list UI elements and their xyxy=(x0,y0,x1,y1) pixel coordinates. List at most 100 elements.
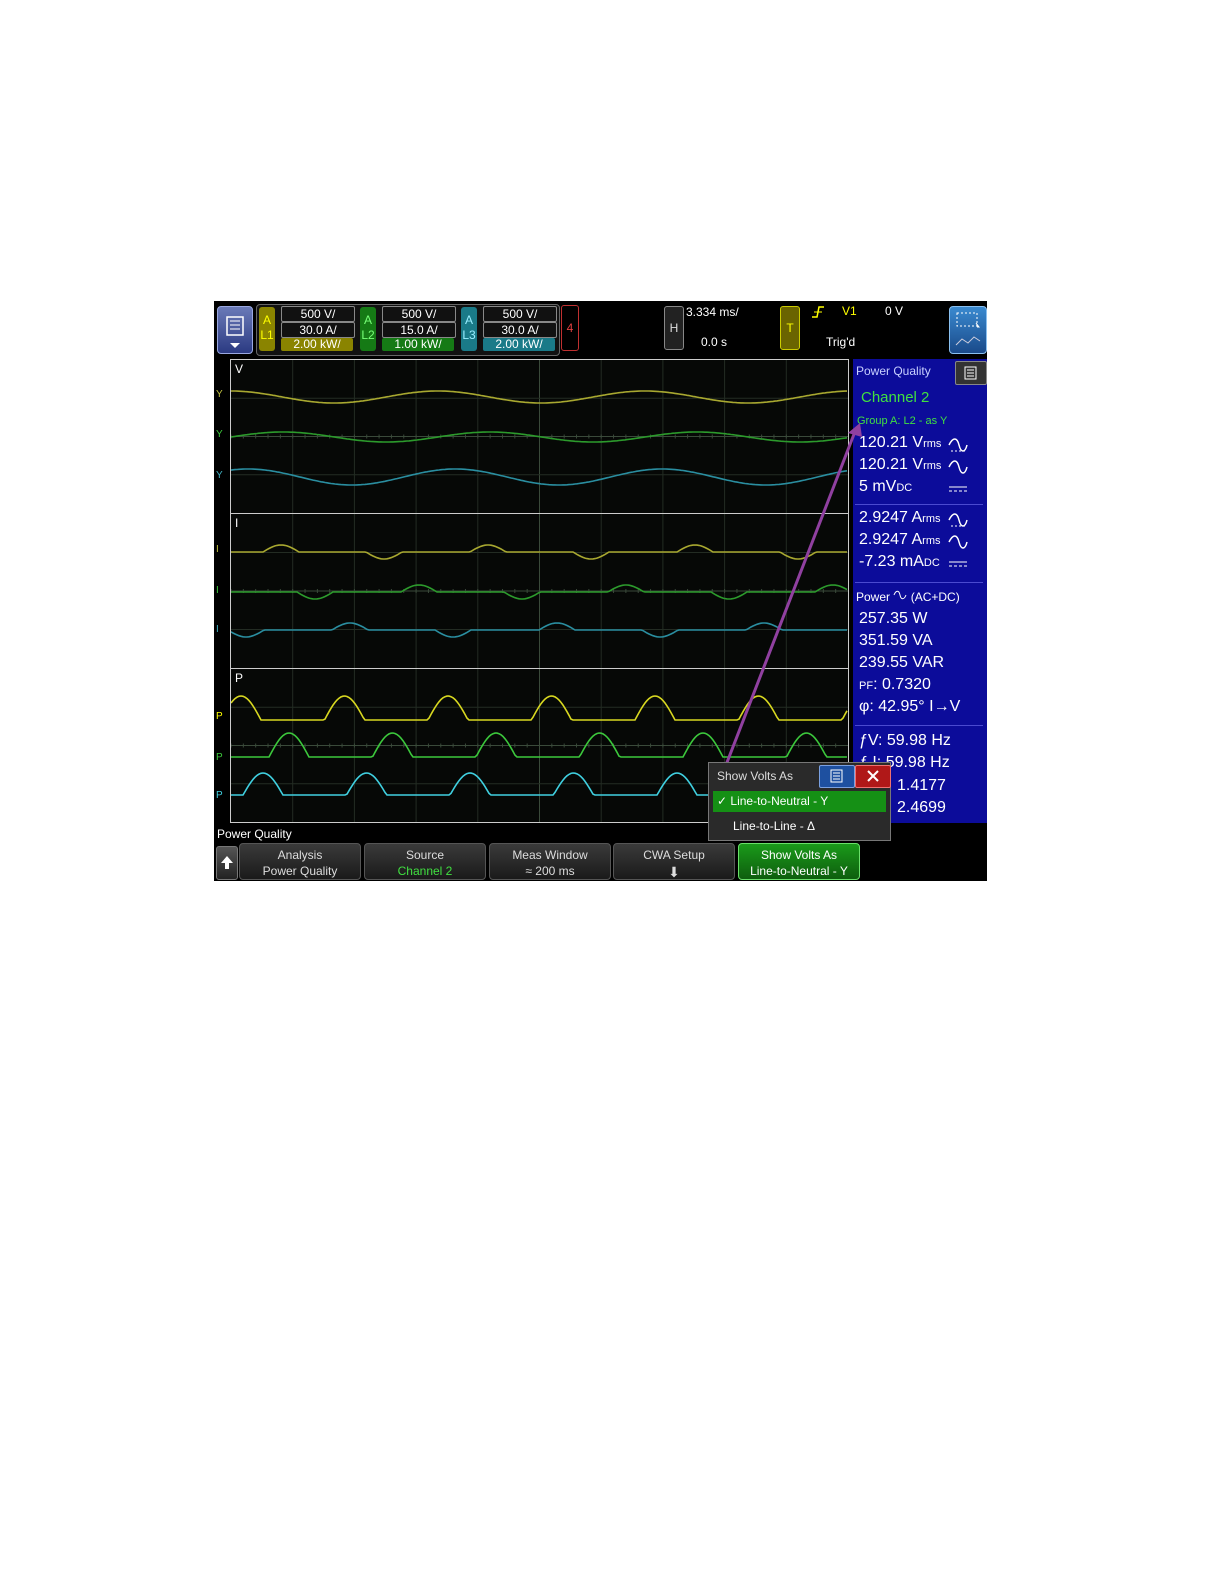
l2-amps-scale[interactable]: 15.0 A/ xyxy=(382,322,456,338)
zoom-box-icon xyxy=(955,312,981,346)
ground-marker-v3[interactable]: Y xyxy=(216,470,223,481)
l3-power-scale[interactable]: 2.00 kW/ xyxy=(483,338,555,351)
softkey-label: Show Volts As xyxy=(760,848,838,862)
real-power: 257.35 W xyxy=(859,610,928,627)
line-label: L2 xyxy=(361,328,375,342)
v-rms-acdc: 120.21 Vrms xyxy=(859,434,942,451)
separator xyxy=(855,582,983,583)
power-factor: PF: 0.7320 xyxy=(859,676,931,693)
voltage-crest-factor: 1.4177 xyxy=(897,777,946,794)
l1-volts-scale[interactable]: 500 V/ xyxy=(281,306,355,322)
separator xyxy=(855,504,983,505)
l2-volts-scale[interactable]: 500 V/ xyxy=(382,306,456,322)
popup-close-button[interactable] xyxy=(855,765,891,788)
ground-marker-i1[interactable]: I xyxy=(216,544,219,555)
softkey-analysis[interactable]: Analysis Power Quality xyxy=(239,843,361,880)
timebase-delay: 0.0 s xyxy=(701,335,728,349)
line-label: L3 xyxy=(462,328,476,342)
reactive-power: 239.55 VAR xyxy=(859,654,945,671)
show-volts-as-popup: Show Volts As ✓ Line-to-Neutral - Y Line… xyxy=(708,762,891,841)
option-line-to-line[interactable]: Line-to-Line - Δ xyxy=(733,819,815,833)
main-menu-button[interactable] xyxy=(217,306,253,354)
panel-group: Group A: L2 - as Y xyxy=(857,415,948,427)
horizontal-button[interactable]: H xyxy=(664,306,684,350)
power-heading: Power (AC+DC) xyxy=(856,590,960,604)
channel-l2-tab[interactable]: A L2 xyxy=(360,307,376,351)
group-label: A xyxy=(262,313,271,327)
l1-power-scale[interactable]: 2.00 kW/ xyxy=(281,338,353,351)
softkey-show-volts-as[interactable]: Show Volts As Line-to-Neutral - Y xyxy=(738,843,860,880)
panel-menu-button[interactable] xyxy=(955,361,987,385)
current-crest-factor: 2.4699 xyxy=(897,799,946,816)
panel-title: Power Quality xyxy=(856,364,931,378)
current-pane: I xyxy=(230,513,849,669)
trigger-source: V1 xyxy=(842,304,857,318)
oscilloscope-screen: A L1 500 V/ 30.0 A/ 2.00 kW/ A L2 500 V/… xyxy=(214,301,987,881)
i-rms-acdc: 2.9247 Arms xyxy=(859,509,941,526)
l2-power-scale[interactable]: 1.00 kW/ xyxy=(382,338,454,351)
i-rms-ac: 2.9247 Arms xyxy=(859,531,941,548)
voltage-pane: V xyxy=(230,359,849,514)
v-dc: 5 mVDC xyxy=(859,478,913,495)
voltage-waveforms xyxy=(231,360,848,513)
group-label: A xyxy=(464,313,473,327)
submenu-arrow-icon: ⬇ xyxy=(668,864,680,880)
group-label: A xyxy=(363,313,372,327)
softkey-value: ≈ 200 ms xyxy=(525,864,575,878)
ground-marker-v1[interactable]: Y xyxy=(216,389,223,400)
option-label: Line-to-Neutral - Y xyxy=(730,794,829,808)
popup-menu-button[interactable] xyxy=(819,765,855,788)
ground-marker-i2[interactable]: I xyxy=(216,585,219,596)
line-label: L1 xyxy=(260,328,274,342)
softkey-menu-title: Power Quality xyxy=(217,827,292,841)
list-icon xyxy=(830,769,843,783)
softkey-source[interactable]: Source Channel 2 xyxy=(364,843,486,880)
v-rms-ac: 120.21 Vrms xyxy=(859,456,942,473)
channel-l1-tab[interactable]: A L1 xyxy=(259,307,275,351)
l3-volts-scale[interactable]: 500 V/ xyxy=(483,306,557,322)
softkey-value: Line-to-Neutral - Y xyxy=(750,864,848,878)
channel-l3-tab[interactable]: A L3 xyxy=(461,307,477,351)
menu-icon xyxy=(226,316,244,348)
ground-marker-i3[interactable]: I xyxy=(216,624,219,635)
trigger-level: 0 V xyxy=(885,304,904,318)
close-icon xyxy=(867,770,879,782)
softkey-label: Source xyxy=(405,848,445,862)
l1-amps-scale[interactable]: 30.0 A/ xyxy=(281,322,355,338)
ac-dc-icon xyxy=(893,590,907,600)
softkey-label: Analysis xyxy=(277,848,323,862)
back-button[interactable] xyxy=(216,846,238,880)
check-icon: ✓ xyxy=(717,794,728,808)
phase-angle: φ: 42.95° I→V xyxy=(859,698,961,715)
timebase-scale: 3.334 ms/ xyxy=(686,305,739,319)
separator xyxy=(855,725,983,726)
ground-marker-p3[interactable]: P xyxy=(216,790,223,801)
current-coupling-icons xyxy=(948,513,968,567)
apparent-power: 351.59 VA xyxy=(859,632,933,649)
softkey-value: Channel 2 xyxy=(397,864,453,878)
zoom-select-button[interactable] xyxy=(949,306,987,354)
ground-marker-v2[interactable]: Y xyxy=(216,429,223,440)
list-icon xyxy=(964,366,977,380)
softkey-label: Meas Window xyxy=(512,848,588,862)
channel-4-button[interactable]: 4 xyxy=(561,305,579,351)
softkey-meas-window[interactable]: Meas Window ≈ 200 ms xyxy=(489,843,611,880)
trigger-button[interactable]: T xyxy=(780,306,800,350)
trigger-status: Trig'd xyxy=(826,335,856,349)
current-waveforms xyxy=(231,514,848,668)
option-line-to-neutral[interactable]: ✓ Line-to-Neutral - Y xyxy=(713,791,886,812)
voltage-frequency: ƒV: 59.98 Hz xyxy=(859,732,951,749)
voltage-coupling-icons xyxy=(948,438,968,492)
i-dc: -7.23 mADC xyxy=(859,553,940,570)
softkey-label: CWA Setup xyxy=(643,848,705,862)
ground-marker-p2[interactable]: P xyxy=(216,752,223,763)
panel-channel: Channel 2 xyxy=(861,389,930,406)
softkey-value: Power Quality xyxy=(262,864,338,878)
up-arrow-icon xyxy=(221,856,233,869)
l3-amps-scale[interactable]: 30.0 A/ xyxy=(483,322,557,338)
popup-title: Show Volts As xyxy=(717,769,794,783)
softkey-cwa-setup[interactable]: CWA Setup ⬇ xyxy=(613,843,735,880)
power-quality-panel: Power Quality Channel 2 Group A: L2 - as… xyxy=(853,359,987,823)
ground-marker-p1[interactable]: P xyxy=(216,711,223,722)
rising-edge-icon xyxy=(811,305,825,324)
